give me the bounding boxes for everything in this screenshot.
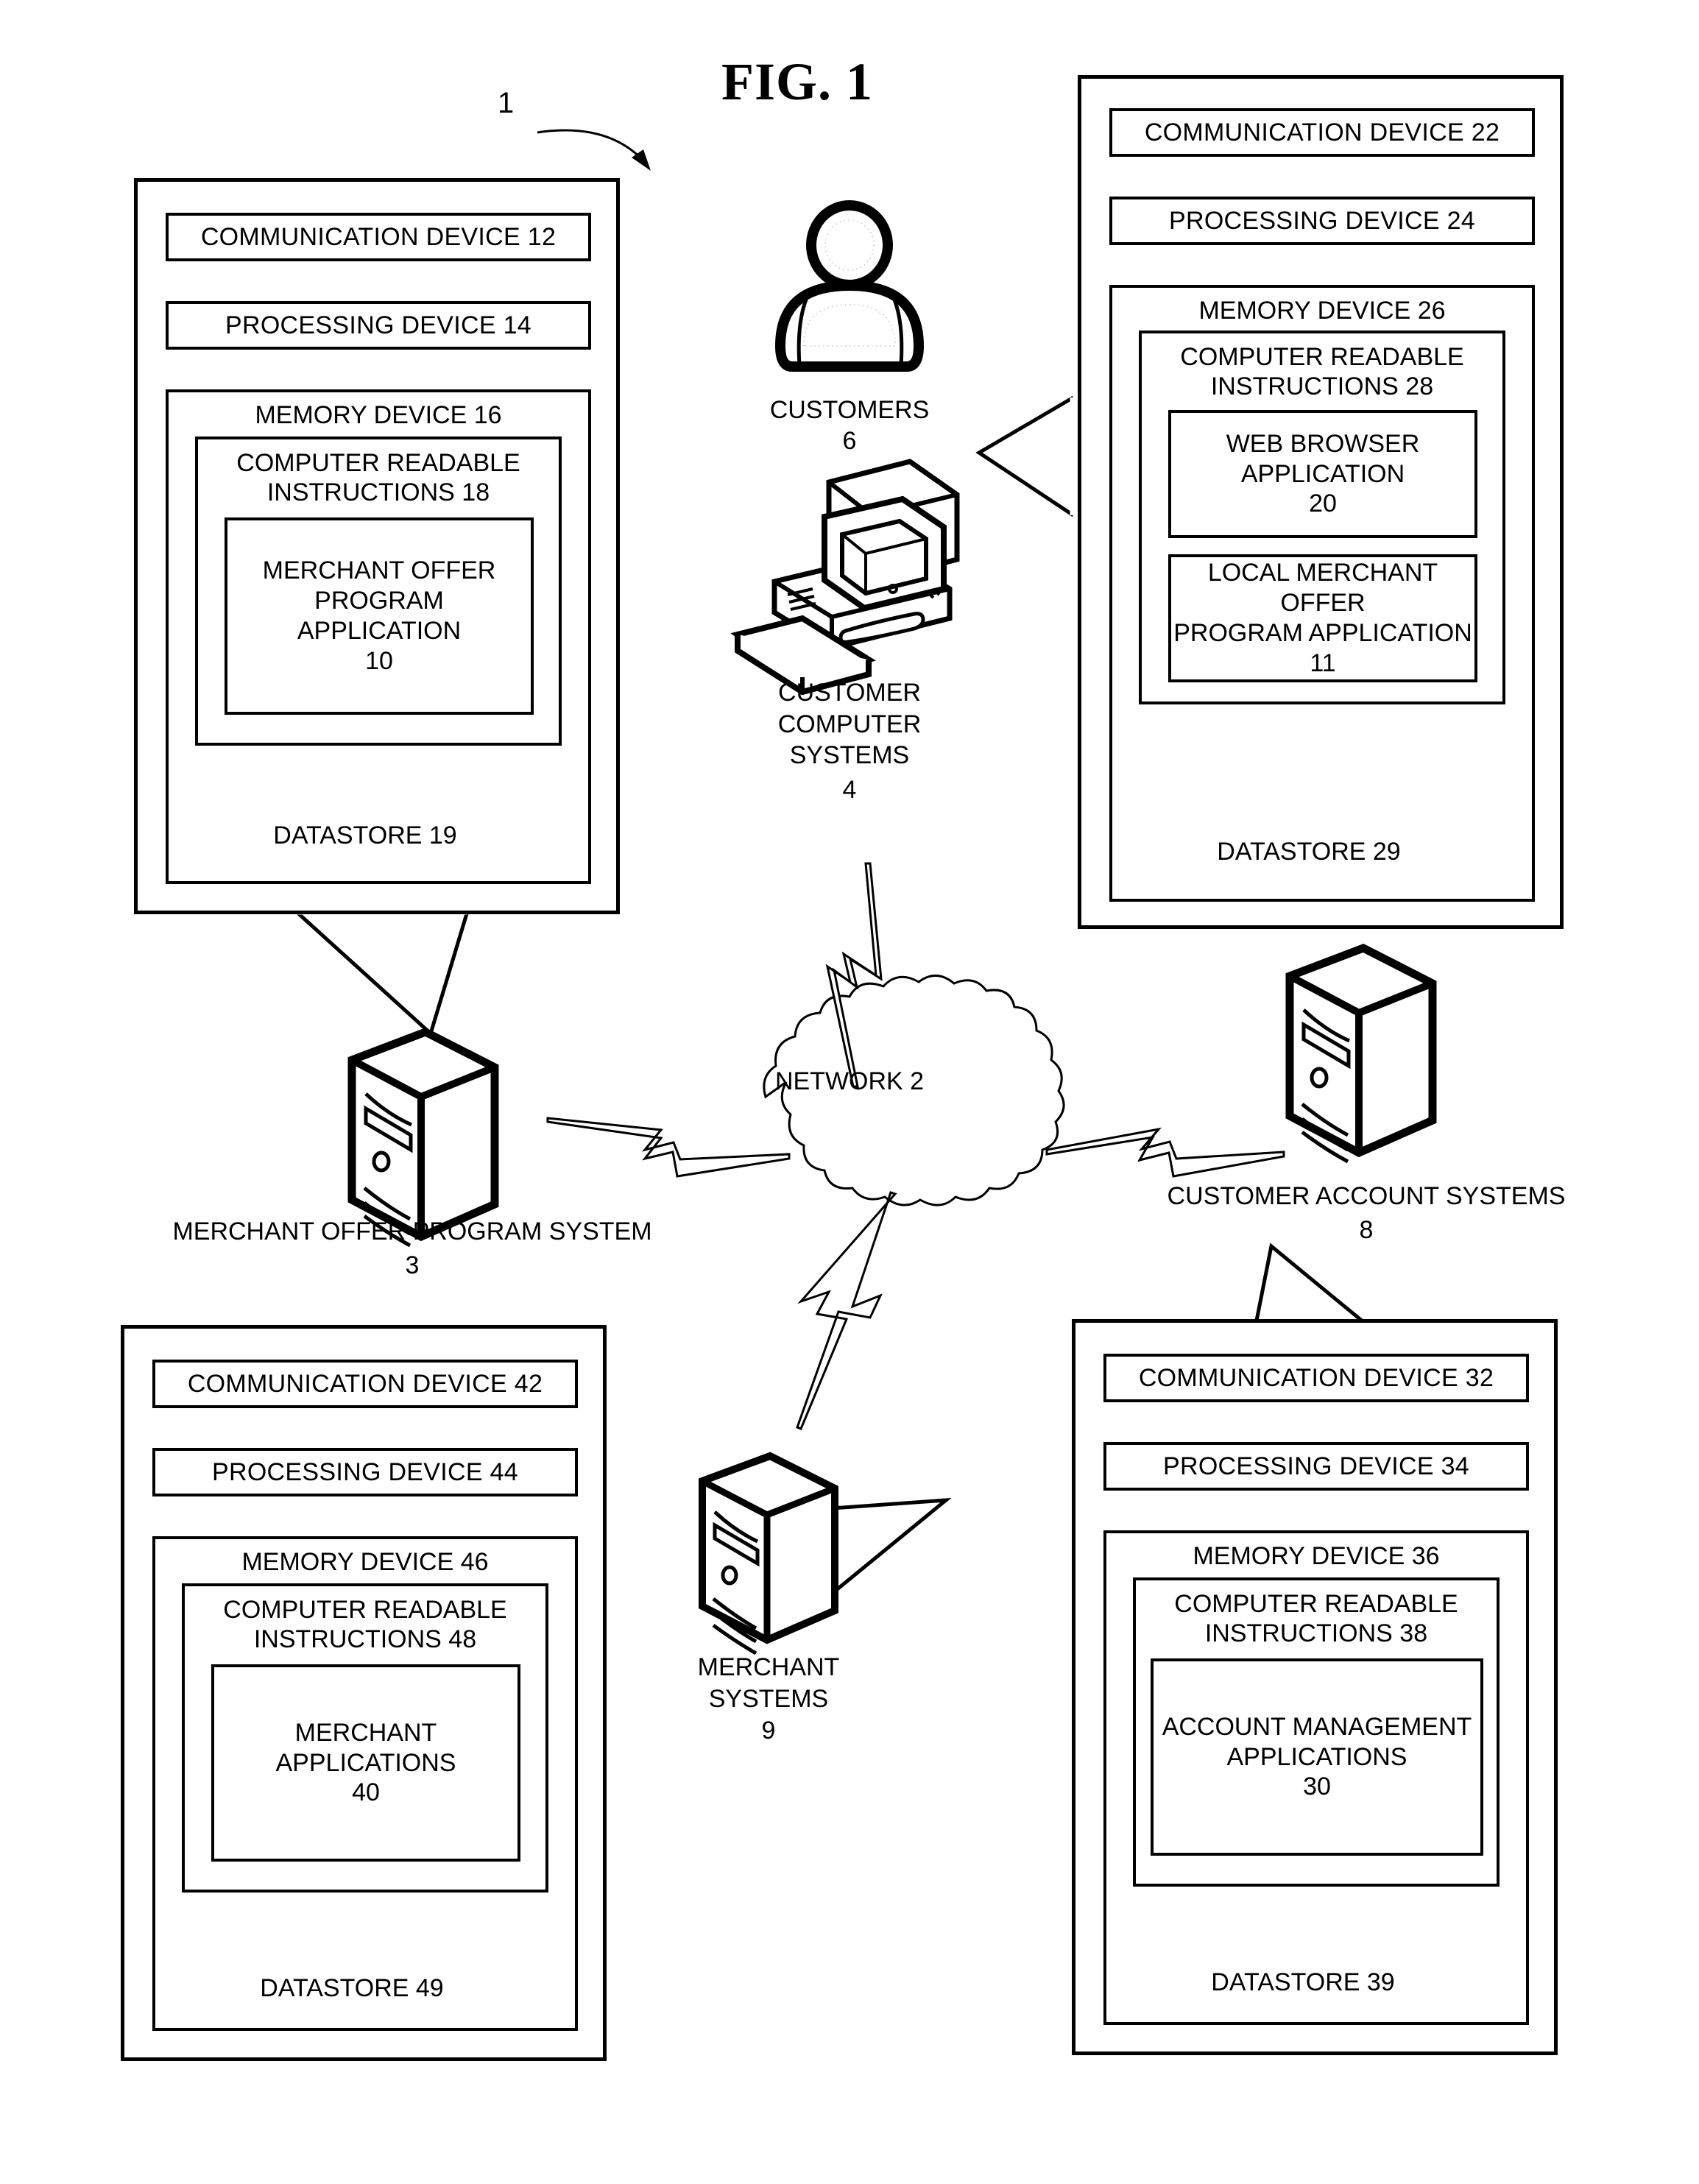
merchant-systems-ref: 9 bbox=[761, 1717, 776, 1745]
customers-ref: 6 bbox=[842, 427, 857, 455]
merchant-offer-program-system-label: MERCHANT OFFER PROGRAM SYSTEM bbox=[172, 1218, 652, 1245]
computer-readable-instructions-18-label: COMPUTER READABLE INSTRUCTIONS 18 bbox=[236, 449, 520, 507]
callout-tail-merchant-offer-program bbox=[294, 908, 470, 1037]
merchant-systems-label: MERCHANT SYSTEMS bbox=[697, 1653, 840, 1713]
processing-device-34: PROCESSING DEVICE 34 bbox=[1103, 1442, 1529, 1491]
computer-readable-instructions-38-label: COMPUTER READABLE INSTRUCTIONS 38 bbox=[1174, 1590, 1458, 1648]
datastore-19-label: DATASTORE 19 bbox=[273, 821, 457, 849]
merchant-systems-server-icon bbox=[699, 1452, 838, 1655]
communication-device-32: COMMUNICATION DEVICE 32 bbox=[1103, 1354, 1529, 1402]
customers-person-icon bbox=[774, 200, 925, 372]
computer-readable-instructions-18: COMPUTER READABLE INSTRUCTIONS 18 MERCHA… bbox=[195, 437, 562, 746]
customer-account-systems-label: CUSTOMER ACCOUNT SYSTEMS bbox=[1167, 1182, 1566, 1210]
panel-customer-account-systems: COMMUNICATION DEVICE 32 PROCESSING DEVIC… bbox=[1072, 1319, 1558, 2055]
customers-label: CUSTOMERS bbox=[769, 396, 930, 424]
datastore-49-label: DATASTORE 49 bbox=[260, 1974, 444, 2002]
network-label: NETWORK 2 bbox=[774, 1067, 925, 1095]
memory-device-46: MEMORY DEVICE 46 COMPUTER READABLE INSTR… bbox=[152, 1536, 578, 2031]
memory-device-46-label: MEMORY DEVICE 46 bbox=[241, 1548, 489, 1576]
communication-device-22: COMMUNICATION DEVICE 22 bbox=[1109, 108, 1535, 157]
memory-device-26-label: MEMORY DEVICE 26 bbox=[1198, 297, 1446, 325]
datastore-39: DATASTORE 39 bbox=[1172, 1964, 1434, 2008]
figure-ref-arrow bbox=[537, 129, 651, 171]
lightning-link-merchant-offer-program bbox=[546, 1117, 791, 1178]
figure-reference-number: 1 bbox=[498, 87, 515, 119]
customer-computer-systems-ref: 4 bbox=[842, 776, 857, 804]
datastore-29: DATASTORE 29 bbox=[1178, 833, 1440, 877]
computer-readable-instructions-28-label: COMPUTER READABLE INSTRUCTIONS 28 bbox=[1180, 343, 1464, 401]
processing-device-44: PROCESSING DEVICE 44 bbox=[152, 1448, 578, 1496]
callout-tail-merchant-systems bbox=[828, 1497, 952, 1595]
memory-device-26: MEMORY DEVICE 26 COMPUTER READABLE INSTR… bbox=[1109, 285, 1535, 902]
datastore-29-label: DATASTORE 29 bbox=[1217, 838, 1401, 866]
customer-account-systems-ref: 8 bbox=[1359, 1216, 1374, 1244]
panel-merchant-offer-program-system: COMMUNICATION DEVICE 12 PROCESSING DEVIC… bbox=[134, 178, 620, 914]
patent-figure-page: FIG. 1 1 COMMUNICATION DEVICE 12 PROCESS… bbox=[0, 0, 1699, 2184]
callout-tail-customer-account bbox=[1253, 1243, 1372, 1332]
panel-merchant-systems: COMMUNICATION DEVICE 42 PROCESSING DEVIC… bbox=[121, 1325, 607, 2061]
datastore-39-label: DATASTORE 39 bbox=[1211, 1968, 1395, 1996]
processing-device-24: PROCESSING DEVICE 24 bbox=[1109, 197, 1535, 245]
communication-device-42: COMMUNICATION DEVICE 42 bbox=[152, 1360, 578, 1408]
merchant-offer-program-system-ref: 3 bbox=[405, 1251, 420, 1279]
computer-readable-instructions-28: COMPUTER READABLE INSTRUCTIONS 28 WEB BR… bbox=[1139, 331, 1505, 704]
web-browser-application-20: WEB BROWSER APPLICATION 20 bbox=[1168, 410, 1477, 538]
memory-device-16-label: MEMORY DEVICE 16 bbox=[255, 401, 502, 429]
account-management-applications-30: ACCOUNT MANAGEMENT APPLICATIONS 30 bbox=[1151, 1658, 1483, 1856]
lightning-link-customer-account bbox=[1045, 1127, 1285, 1178]
datastore-49: DATASTORE 49 bbox=[221, 1970, 483, 2014]
processing-device-14: PROCESSING DEVICE 14 bbox=[166, 301, 591, 350]
datastore-19: DATASTORE 19 bbox=[234, 817, 496, 861]
computer-readable-instructions-48-label: COMPUTER READABLE INSTRUCTIONS 48 bbox=[223, 1596, 507, 1654]
merchant-offer-program-server-icon bbox=[347, 1027, 499, 1248]
customer-account-server-icon bbox=[1285, 943, 1437, 1164]
memory-device-36: MEMORY DEVICE 36 COMPUTER READABLE INSTR… bbox=[1103, 1530, 1529, 2025]
communication-device-12: COMMUNICATION DEVICE 12 bbox=[166, 213, 591, 261]
merchant-offer-program-application-10: MERCHANT OFFER PROGRAM APPLICATION 10 bbox=[225, 517, 534, 715]
customer-computer-systems-label: CUSTOMER COMPUTER SYSTEMS bbox=[777, 679, 922, 769]
computer-readable-instructions-48: COMPUTER READABLE INSTRUCTIONS 48 MERCHA… bbox=[182, 1583, 548, 1893]
panel-customer-computer-systems: COMMUNICATION DEVICE 22 PROCESSING DEVIC… bbox=[1078, 75, 1564, 929]
lightning-link-merchant-systems bbox=[796, 1191, 897, 1430]
figure-title: FIG. 1 bbox=[721, 52, 874, 111]
local-merchant-offer-program-application-11: LOCAL MERCHANT OFFER PROGRAM APPLICATION… bbox=[1168, 554, 1477, 682]
memory-device-36-label: MEMORY DEVICE 36 bbox=[1193, 1542, 1440, 1570]
memory-device-16: MEMORY DEVICE 16 COMPUTER READABLE INSTR… bbox=[166, 389, 591, 884]
customer-computer-icon bbox=[730, 459, 960, 696]
computer-readable-instructions-38: COMPUTER READABLE INSTRUCTIONS 38 ACCOUN… bbox=[1133, 1577, 1500, 1887]
merchant-applications-40: MERCHANT APPLICATIONS 40 bbox=[211, 1664, 520, 1862]
